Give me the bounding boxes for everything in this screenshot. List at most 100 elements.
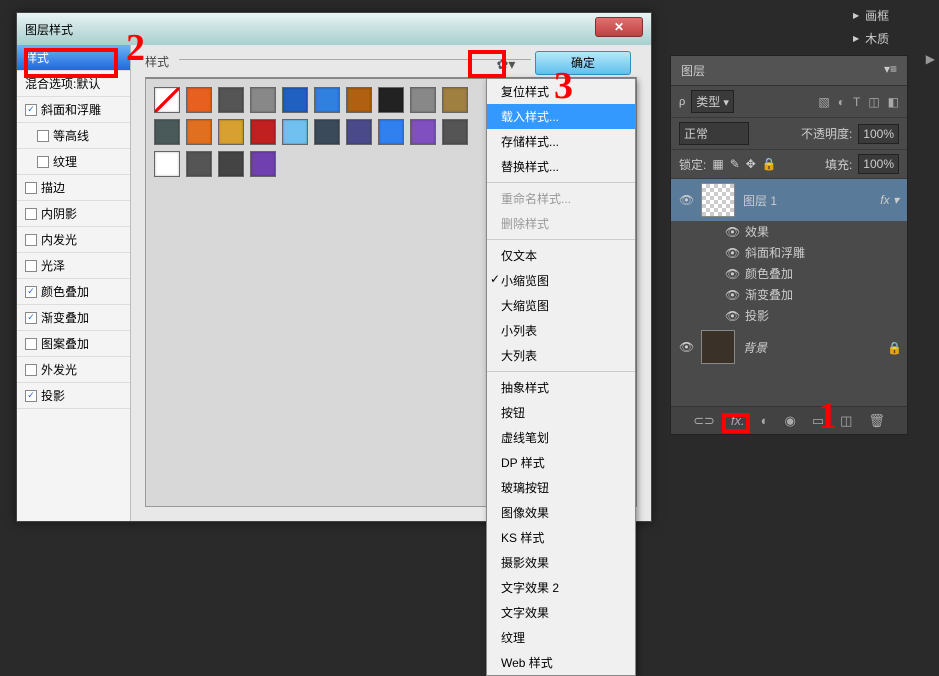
filter-image-icon[interactable]: ▧ bbox=[818, 95, 829, 109]
layer-row-1[interactable]: 👁 图层 1 fx ▾ bbox=[671, 179, 907, 221]
style-swatch[interactable] bbox=[218, 151, 244, 177]
new-layer-icon[interactable]: ◫ bbox=[840, 413, 852, 429]
fx-grad[interactable]: 👁渐变叠加 bbox=[671, 284, 907, 305]
style-swatch[interactable] bbox=[186, 151, 212, 177]
filter-smart-icon[interactable]: ◧ bbox=[888, 95, 899, 109]
layer-thumbnail[interactable] bbox=[701, 330, 735, 364]
style-swatch[interactable] bbox=[442, 119, 468, 145]
panel-menu-icon[interactable]: ▾≡ bbox=[884, 62, 897, 79]
menu-item-18[interactable]: 玻璃按钮 bbox=[487, 475, 635, 500]
style-swatch[interactable] bbox=[314, 87, 340, 113]
menu-item-11[interactable]: 小列表 bbox=[487, 318, 635, 343]
style-option-11[interactable]: 图案叠加 bbox=[17, 331, 130, 357]
gear-button[interactable]: ✿▾ bbox=[491, 55, 521, 73]
style-swatch[interactable] bbox=[250, 151, 276, 177]
fx-icon[interactable]: fx. bbox=[731, 413, 745, 428]
style-swatch[interactable] bbox=[218, 87, 244, 113]
opacity-value[interactable]: 100% bbox=[858, 124, 899, 144]
menu-item-10[interactable]: 大缩览图 bbox=[487, 293, 635, 318]
menu-item-17[interactable]: DP 样式 bbox=[487, 450, 635, 475]
style-swatch[interactable] bbox=[186, 87, 212, 113]
style-option-12[interactable]: 外发光 bbox=[17, 357, 130, 383]
play-icon[interactable]: ▶ bbox=[926, 52, 935, 66]
menu-item-20[interactable]: KS 样式 bbox=[487, 525, 635, 550]
menu-item-2[interactable]: 存储样式... bbox=[487, 129, 635, 154]
style-swatch[interactable] bbox=[154, 119, 180, 145]
style-swatch[interactable] bbox=[250, 119, 276, 145]
menu-item-14[interactable]: 抽象样式 bbox=[487, 375, 635, 400]
trash-icon[interactable]: 🗑 bbox=[868, 413, 885, 429]
style-swatch[interactable] bbox=[250, 87, 276, 113]
checkbox[interactable]: ✓ bbox=[25, 286, 37, 298]
style-swatch[interactable] bbox=[378, 87, 404, 113]
checkbox[interactable] bbox=[37, 156, 49, 168]
ok-button[interactable]: 确定 bbox=[535, 51, 631, 75]
fx-color[interactable]: 👁颜色叠加 bbox=[671, 263, 907, 284]
menu-item-9[interactable]: 小缩览图 bbox=[487, 268, 635, 293]
lock-paint-icon[interactable]: ✎ bbox=[730, 157, 740, 171]
style-option-9[interactable]: ✓颜色叠加 bbox=[17, 279, 130, 305]
style-option-5[interactable]: 描边 bbox=[17, 175, 130, 201]
style-option-10[interactable]: ✓渐变叠加 bbox=[17, 305, 130, 331]
style-swatch[interactable] bbox=[314, 119, 340, 145]
style-swatch[interactable] bbox=[410, 87, 436, 113]
menu-item-22[interactable]: 文字效果 2 bbox=[487, 575, 635, 600]
style-option-13[interactable]: ✓投影 bbox=[17, 383, 130, 409]
menu-item-0[interactable]: 复位样式 bbox=[487, 79, 635, 104]
checkbox[interactable] bbox=[25, 182, 37, 194]
style-option-0[interactable]: 样式 bbox=[17, 45, 130, 71]
menu-item-8[interactable]: 仅文本 bbox=[487, 243, 635, 268]
fill-value[interactable]: 100% bbox=[858, 154, 899, 174]
menu-item-15[interactable]: 按钮 bbox=[487, 400, 635, 425]
style-option-2[interactable]: ✓斜面和浮雕 bbox=[17, 97, 130, 123]
filter-adjust-icon[interactable]: ◐ bbox=[838, 95, 845, 109]
layer-row-bg[interactable]: 👁 背景 🔒 bbox=[671, 326, 907, 368]
checkbox[interactable] bbox=[25, 208, 37, 220]
checkbox[interactable] bbox=[25, 260, 37, 272]
checkbox[interactable] bbox=[25, 364, 37, 376]
checkbox[interactable] bbox=[25, 338, 37, 350]
menu-item-16[interactable]: 虚线笔划 bbox=[487, 425, 635, 450]
lock-position-icon[interactable]: ✥ bbox=[746, 157, 756, 171]
style-option-7[interactable]: 内发光 bbox=[17, 227, 130, 253]
style-swatch[interactable] bbox=[410, 119, 436, 145]
style-swatch[interactable] bbox=[346, 119, 372, 145]
menu-item-12[interactable]: 大列表 bbox=[487, 343, 635, 368]
filter-shape-icon[interactable]: ◫ bbox=[868, 95, 879, 109]
style-option-8[interactable]: 光泽 bbox=[17, 253, 130, 279]
fx-shadow[interactable]: 👁投影 bbox=[671, 305, 907, 326]
style-swatch[interactable] bbox=[378, 119, 404, 145]
checkbox[interactable] bbox=[37, 130, 49, 142]
style-swatch[interactable] bbox=[346, 87, 372, 113]
fx-bevel[interactable]: 👁斜面和浮雕 bbox=[671, 242, 907, 263]
checkbox[interactable]: ✓ bbox=[25, 312, 37, 324]
filter-type[interactable]: 类型 ▾ bbox=[691, 90, 734, 113]
style-swatch[interactable] bbox=[154, 151, 180, 177]
style-swatch[interactable] bbox=[154, 87, 180, 113]
close-button[interactable]: ✕ bbox=[595, 17, 643, 37]
lock-all-icon[interactable]: 🔒 bbox=[762, 157, 777, 171]
titlebar[interactable]: 图层样式 ✕ bbox=[17, 13, 651, 45]
lock-transparency-icon[interactable]: ▦ bbox=[712, 157, 723, 171]
checkbox[interactable]: ✓ bbox=[25, 104, 37, 116]
fx-header[interactable]: 👁效果 bbox=[671, 221, 907, 242]
mask-icon[interactable]: ◐ bbox=[761, 413, 769, 428]
style-option-3[interactable]: 等高线 bbox=[17, 123, 130, 149]
style-option-1[interactable]: 混合选项:默认 bbox=[17, 71, 130, 97]
visibility-icon[interactable]: 👁 bbox=[679, 193, 693, 207]
checkbox[interactable] bbox=[25, 234, 37, 246]
checkbox[interactable]: ✓ bbox=[25, 390, 37, 402]
frame-item[interactable]: ▶画框 bbox=[853, 4, 935, 27]
style-option-6[interactable]: 内阴影 bbox=[17, 201, 130, 227]
menu-item-21[interactable]: 摄影效果 bbox=[487, 550, 635, 575]
link-icon[interactable]: ⊂⊃ bbox=[693, 413, 715, 429]
visibility-icon[interactable]: 👁 bbox=[679, 340, 693, 354]
menu-item-24[interactable]: 纹理 bbox=[487, 625, 635, 650]
style-swatch[interactable] bbox=[186, 119, 212, 145]
style-option-4[interactable]: 纹理 bbox=[17, 149, 130, 175]
style-swatch[interactable] bbox=[218, 119, 244, 145]
blend-mode[interactable]: 正常 bbox=[679, 122, 749, 145]
style-swatch[interactable] bbox=[282, 87, 308, 113]
menu-item-1[interactable]: 载入样式... bbox=[487, 104, 635, 129]
adjust-icon[interactable]: ◉ bbox=[784, 413, 795, 429]
